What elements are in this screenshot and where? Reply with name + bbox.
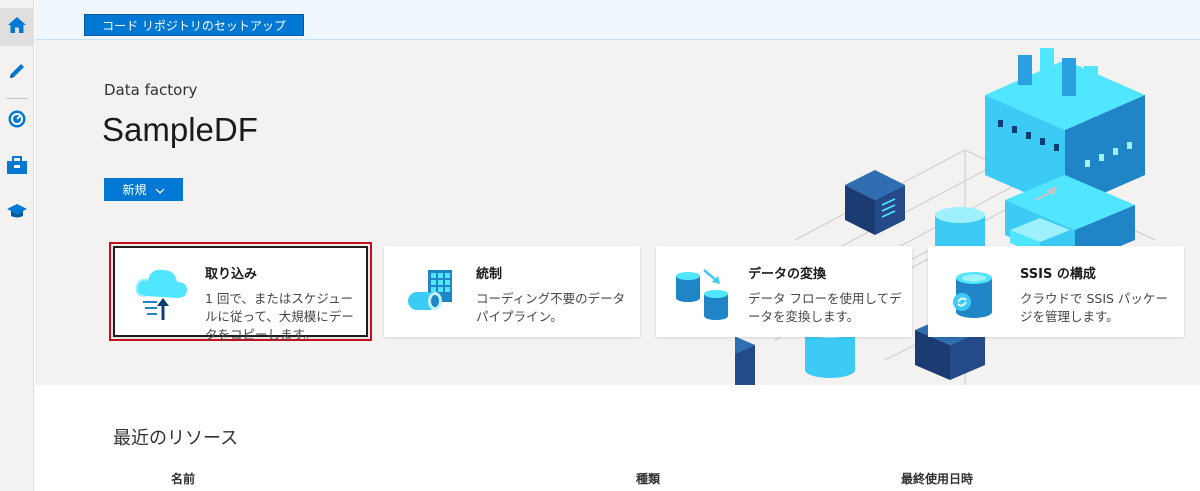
column-header-type[interactable]: 種類 <box>636 470 660 487</box>
new-dropdown-button[interactable]: 新規 <box>104 178 183 201</box>
transform-data-card[interactable]: データの変換 データ フローを使用してデータを変換します。 <box>656 246 912 337</box>
learning-nav-button[interactable] <box>0 194 34 232</box>
gauge-icon <box>7 109 27 133</box>
column-header-name[interactable]: 名前 <box>171 470 195 487</box>
transform-data-icon <box>674 260 732 322</box>
cloud-upload-icon <box>133 262 191 324</box>
graduation-cap-icon <box>6 202 28 224</box>
card-description: 1 回で、またはスケジュールに従って、大規模にデータをコピーします。 <box>205 291 354 342</box>
left-nav-rail <box>0 0 34 491</box>
nav-divider <box>6 98 28 99</box>
card-title: データの変換 <box>748 267 827 282</box>
card-title: 取り込み <box>205 267 258 282</box>
card-description: クラウドで SSIS パッケージを管理します。 <box>1020 291 1168 324</box>
chevron-down-icon <box>155 183 165 197</box>
top-banner: コード リポジトリのセットアップ <box>35 0 1200 40</box>
author-nav-button[interactable] <box>0 54 34 92</box>
recent-resources-heading: 最近のリソース <box>113 428 239 449</box>
pencil-icon <box>7 61 27 85</box>
orchestrate-icon <box>402 260 460 322</box>
ssis-icon <box>946 260 1004 322</box>
page-title: SampleDF <box>102 111 258 148</box>
card-description: データ フローを使用してデータを変換します。 <box>748 291 902 324</box>
resource-type-label: Data factory <box>104 81 198 99</box>
new-button-label: 新規 <box>122 183 147 197</box>
column-header-last-used[interactable]: 最終使用日時 <box>901 470 973 487</box>
card-description: コーディング不要のデータ パイプライン。 <box>476 291 626 324</box>
monitor-nav-button[interactable] <box>0 102 34 140</box>
home-nav-button[interactable] <box>0 8 34 46</box>
toolbox-icon <box>6 155 28 179</box>
configure-ssis-card[interactable]: SSIS の構成 クラウドで SSIS パッケージを管理します。 <box>928 246 1184 337</box>
ingest-card[interactable]: 取り込み 1 回で、またはスケジュールに従って、大規模にデータをコピーします。 <box>109 242 372 342</box>
orchestrate-card[interactable]: 統制 コーディング不要のデータ パイプライン。 <box>384 246 640 337</box>
card-title: 統制 <box>476 267 503 282</box>
home-icon <box>7 15 27 39</box>
hero-section: Data factory SampleDF 新規 取り込み 1 回で、またはスケ… <box>35 40 1200 385</box>
setup-code-repository-button[interactable]: コード リポジトリのセットアップ <box>84 14 304 36</box>
manage-nav-button[interactable] <box>0 148 34 186</box>
card-title: SSIS の構成 <box>1020 267 1096 282</box>
